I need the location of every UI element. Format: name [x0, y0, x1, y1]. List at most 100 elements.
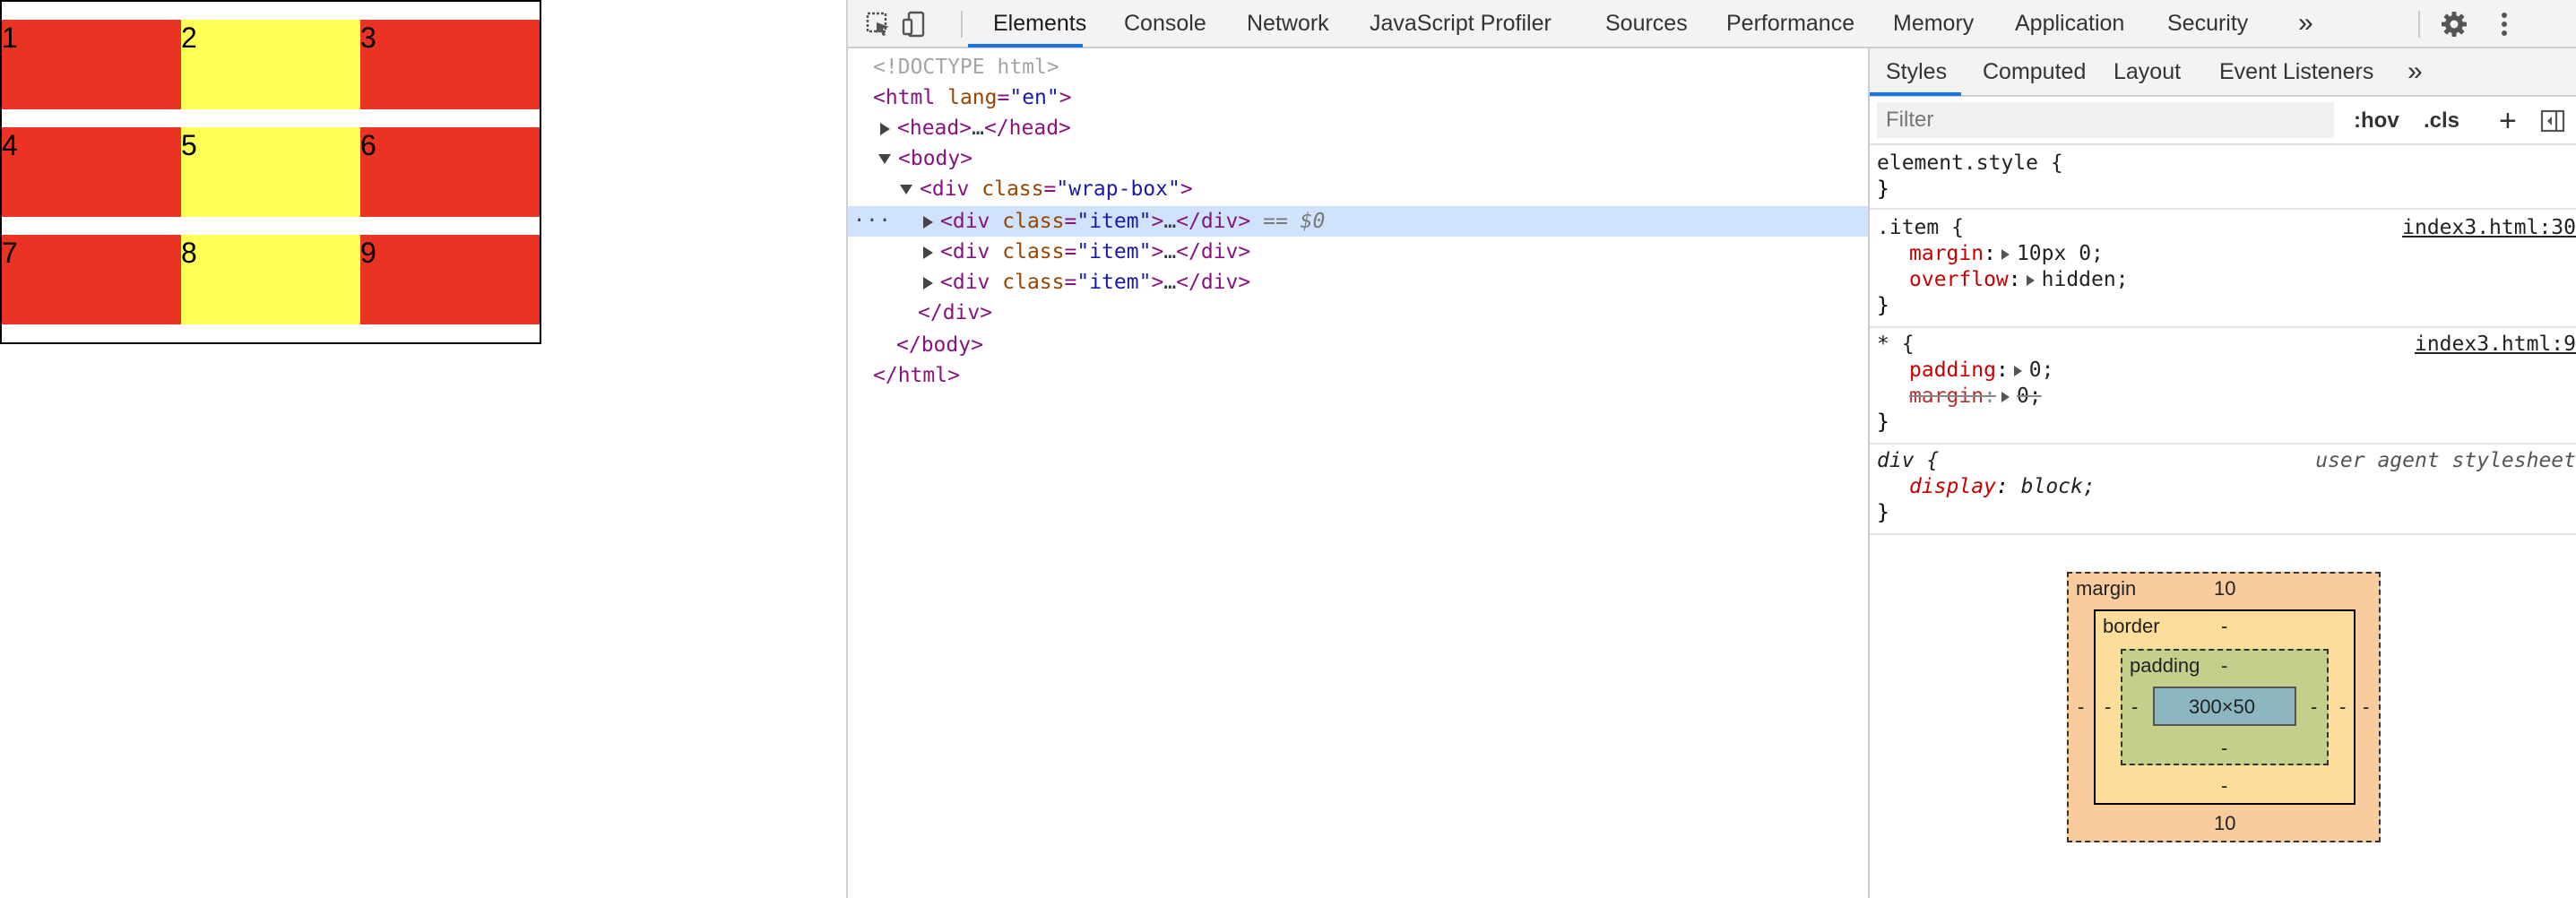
dom-node-html[interactable]: <html lang="en">	[848, 82, 1868, 113]
rule-item: .item { index3.html:30 margin: 10px 0; ov…	[1870, 210, 2576, 328]
tab-console[interactable]: Console	[1124, 0, 1206, 47]
tab-application[interactable]: Application	[2015, 0, 2124, 47]
border-top-value[interactable]: -	[2221, 615, 2227, 638]
add-rule-button[interactable]: +	[2499, 97, 2517, 145]
property-value: 0;	[2028, 358, 2054, 382]
rendered-page: 1 2 3 4 5 6 7 8 9	[0, 0, 846, 898]
dom-node-body-close[interactable]: </body>	[848, 330, 1868, 360]
margin-bottom-value[interactable]: 10	[2214, 812, 2235, 835]
rule-selector[interactable]: element.style {	[1870, 151, 2576, 177]
rule-selector[interactable]: div { user agent stylesheet	[1870, 448, 2576, 474]
expand-shorthand-icon[interactable]	[2001, 248, 2010, 260]
tag-text: <html	[873, 86, 936, 109]
settings-gear-icon[interactable]	[2440, 10, 2468, 39]
rule-close: }	[1870, 177, 2576, 203]
dom-node-item[interactable]: <div class="item">…</div>	[848, 267, 1868, 298]
wrap-box: 1 2 3 4 5 6 7 8 9	[0, 0, 541, 344]
tab-elements[interactable]: Elements	[993, 0, 1086, 47]
collapse-arrow-icon[interactable]	[878, 154, 891, 164]
attr-eq: =	[1064, 240, 1077, 263]
margin-top-value[interactable]: 10	[2214, 577, 2235, 600]
tag-text: </div>	[1176, 240, 1251, 263]
attr-eq: =	[1064, 271, 1077, 294]
dom-node-html-close[interactable]: </html>	[848, 360, 1868, 391]
more-sidebar-tabs-icon[interactable]: »	[2407, 48, 2423, 95]
grid-cell: 2	[181, 20, 360, 109]
padding-right-value[interactable]: -	[2311, 695, 2317, 719]
box-model-content[interactable]: 300×50	[2153, 686, 2296, 726]
tag-text: <head>	[897, 117, 972, 140]
hov-toggle-button[interactable]: :hov	[2354, 97, 2399, 145]
collapsed-ellipsis: …	[1163, 240, 1177, 263]
attr-value: "wrap-box"	[1056, 177, 1180, 201]
selector-text: * {	[1877, 332, 1915, 356]
tab-computed[interactable]: Computed	[1983, 48, 2086, 95]
brace-text: }	[1877, 501, 1889, 524]
active-tab-indicator	[1870, 92, 1961, 96]
expand-arrow-icon[interactable]	[923, 246, 933, 259]
margin-label: margin	[2076, 577, 2137, 600]
dom-node-wrap-box-close[interactable]: </div>	[848, 298, 1868, 328]
cls-toggle-button[interactable]: .cls	[2424, 97, 2459, 145]
selected-node-ref: == $0	[1263, 210, 1326, 233]
tab-layout[interactable]: Layout	[2114, 48, 2181, 95]
tab-javascript-profiler[interactable]: JavaScript Profiler	[1370, 0, 1552, 47]
dom-node-item-selected[interactable]: ··· <div class="item">…</div> == $0	[848, 206, 1868, 237]
expand-arrow-icon[interactable]	[923, 215, 933, 229]
dom-node-wrap-box[interactable]: <div class="wrap-box">	[848, 174, 1868, 204]
more-tabs-icon[interactable]: »	[2298, 0, 2313, 47]
brace-text: }	[1877, 177, 1889, 201]
source-link[interactable]: index3.html:9	[2415, 332, 2576, 358]
tab-memory[interactable]: Memory	[1893, 0, 1974, 47]
expand-shorthand-icon[interactable]	[2026, 274, 2035, 286]
border-left-value[interactable]: -	[2105, 695, 2111, 719]
device-toggle-icon[interactable]	[900, 10, 929, 39]
devtools-toolbar: Elements Console Network JavaScript Prof…	[848, 0, 2576, 48]
styles-filter-input[interactable]	[1877, 102, 2334, 138]
grid-cell: 6	[360, 127, 540, 217]
property-name: display	[1909, 475, 1996, 498]
kebab-menu-icon[interactable]	[2490, 10, 2519, 39]
css-property[interactable]: padding: 0;	[1870, 358, 2576, 384]
tab-event-listeners[interactable]: Event Listeners	[2219, 48, 2373, 95]
property-name: overflow	[1909, 268, 2009, 291]
css-property-overridden[interactable]: margin: 0;	[1870, 384, 2576, 410]
dom-node-body[interactable]: <body>	[848, 143, 1868, 174]
tab-network[interactable]: Network	[1247, 0, 1329, 47]
dom-node-item[interactable]: <div class="item">…</div>	[848, 237, 1868, 267]
expand-shorthand-icon[interactable]	[2013, 365, 2022, 376]
rule-close: }	[1870, 293, 2576, 319]
dom-node-doctype[interactable]: <!DOCTYPE html>	[848, 52, 1868, 82]
css-property[interactable]: display: block;	[1870, 474, 2576, 500]
source-link[interactable]: index3.html:30	[2402, 215, 2576, 241]
padding-top-value[interactable]: -	[2221, 654, 2227, 678]
border-right-value[interactable]: -	[2339, 695, 2346, 719]
rule-selector[interactable]: * { index3.html:9	[1870, 332, 2576, 358]
css-property[interactable]: overflow: hidden;	[1870, 267, 2576, 293]
margin-left-value[interactable]: -	[2078, 695, 2084, 719]
item-row: 7 8 9	[2, 235, 540, 324]
property-value: hidden;	[2041, 268, 2129, 291]
collapse-arrow-icon[interactable]	[900, 185, 912, 194]
inspect-element-icon[interactable]	[864, 10, 893, 39]
padding-left-value[interactable]: -	[2131, 695, 2138, 719]
expand-arrow-icon[interactable]	[923, 276, 933, 289]
margin-right-value[interactable]: -	[2363, 695, 2369, 719]
tab-security[interactable]: Security	[2167, 0, 2248, 47]
tab-performance[interactable]: Performance	[1726, 0, 1854, 47]
css-property[interactable]: margin: 10px 0;	[1870, 241, 2576, 267]
toggle-sidebar-icon[interactable]	[2540, 109, 2565, 133]
expand-arrow-icon[interactable]	[880, 122, 890, 135]
tab-styles[interactable]: Styles	[1886, 48, 1947, 95]
tab-sources[interactable]: Sources	[1605, 0, 1688, 47]
border-bottom-value[interactable]: -	[2221, 774, 2227, 798]
node-actions-icon[interactable]: ···	[853, 206, 892, 237]
tag-close: >	[1151, 210, 1164, 233]
dom-node-head[interactable]: <head>…</head>	[848, 113, 1868, 143]
attr-eq: =	[997, 86, 1010, 109]
item-row: 4 5 6	[2, 127, 540, 217]
padding-bottom-value[interactable]: -	[2221, 737, 2227, 760]
expand-shorthand-icon[interactable]	[2001, 391, 2010, 402]
content-size-value[interactable]: 300×50	[2189, 695, 2255, 719]
rule-selector[interactable]: .item { index3.html:30	[1870, 215, 2576, 241]
